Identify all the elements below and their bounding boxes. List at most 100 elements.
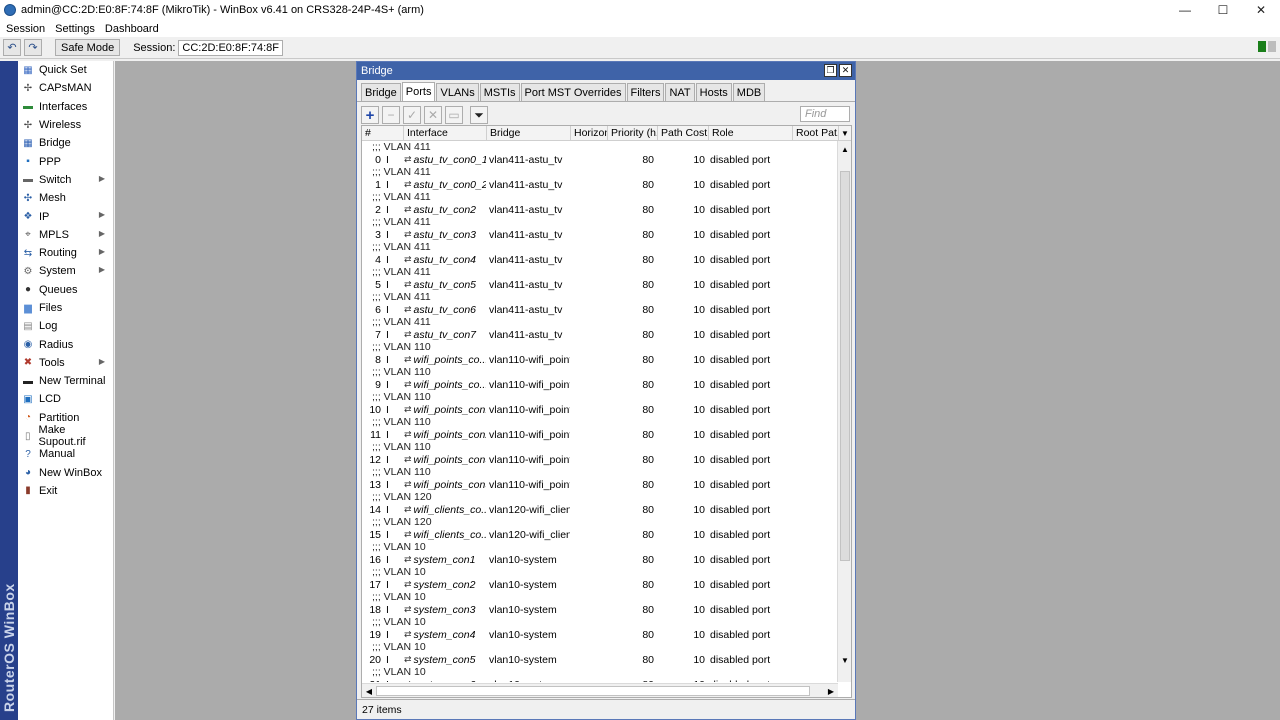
sidebar-item-queues[interactable]: ● Queues bbox=[18, 281, 113, 299]
column-menu-icon[interactable]: ▼ bbox=[839, 126, 851, 140]
table-row[interactable]: ;;; VLAN 411 0 I ⇄ astu_tv_con0_1 vlan411-ast… bbox=[362, 141, 838, 166]
sidebar-item-wireless[interactable]: ✢ Wireless bbox=[18, 116, 113, 134]
tab-nat[interactable]: NAT bbox=[665, 83, 695, 101]
tab-vlans[interactable]: VLANs bbox=[436, 83, 479, 101]
session-field[interactable]: CC:2D:E0:8F:74:8F bbox=[178, 39, 283, 56]
minimize-button[interactable]: — bbox=[1166, 0, 1204, 20]
close-button[interactable]: ✕ bbox=[1242, 0, 1280, 20]
col-header-root-path[interactable]: Root Pat... bbox=[793, 126, 839, 140]
tab-hosts[interactable]: Hosts bbox=[695, 83, 732, 101]
tab-mdb[interactable]: MDB bbox=[732, 83, 766, 101]
vertical-scrollbar[interactable]: ▲ ▼ bbox=[837, 141, 851, 682]
table-row[interactable]: ;;; VLAN 110 9 I ⇄ wifi_points_co... vlan110-… bbox=[362, 366, 838, 391]
row-data[interactable]: 4 I ⇄ astu_tv_con4 vlan411-astu_tv 80 10 disabl… bbox=[362, 254, 838, 267]
menu-session[interactable]: Session bbox=[6, 23, 45, 35]
sidebar-item-interfaces[interactable]: ▬ Interfaces bbox=[18, 98, 113, 116]
sidebar-item-mpls[interactable]: ⌖ MPLS ▶ bbox=[18, 226, 113, 244]
table-row[interactable]: ;;; VLAN 110 8 I ⇄ wifi_points_co... vlan110-… bbox=[362, 341, 838, 366]
row-data[interactable]: 9 I ⇄ wifi_points_co... vlan110-wifi_points 8… bbox=[362, 379, 838, 392]
horizontal-scroll-thumb[interactable] bbox=[376, 686, 810, 696]
sidebar-item-new-terminal[interactable]: ▬ New Terminal bbox=[18, 372, 113, 390]
sidebar-item-system[interactable]: ⚙ System ▶ bbox=[18, 262, 113, 280]
scroll-up-icon[interactable]: ▲ bbox=[839, 143, 851, 155]
col-header-num[interactable]: # bbox=[362, 126, 404, 140]
row-data[interactable]: 21I⇄system_con6vlan10-system8010disabled… bbox=[362, 679, 838, 682]
scroll-left-icon[interactable]: ◀ bbox=[363, 685, 375, 697]
col-header-interface[interactable]: Interface bbox=[404, 126, 487, 140]
row-data[interactable]: 5 I ⇄ astu_tv_con5 vlan411-astu_tv 80 10 disabl… bbox=[362, 279, 838, 292]
row-data[interactable]: 2 I ⇄ astu_tv_con2 vlan411-astu_tv 80 10 disabl… bbox=[362, 204, 838, 217]
table-row[interactable]: ;;; VLAN 120 14 I ⇄ wifi_clients_co... vlan12… bbox=[362, 491, 838, 516]
enable-button[interactable]: ✓ bbox=[403, 106, 421, 124]
row-data[interactable]: 19 I ⇄ system_con4 vlan10-system 80 10 disabled… bbox=[362, 629, 838, 642]
table-row[interactable]: ;;; VLAN 10 19 I ⇄ system_con4 vlan10-system 8… bbox=[362, 616, 838, 641]
sidebar-item-lcd[interactable]: ▣ LCD bbox=[18, 390, 113, 408]
disable-button[interactable]: ✕ bbox=[424, 106, 442, 124]
table-row[interactable]: ;;; VLAN 10 20 I ⇄ system_con5 vlan10-system 8… bbox=[362, 641, 838, 666]
row-data[interactable]: 1 I ⇄ astu_tv_con0_2 vlan411-astu_tv 80 10 disa… bbox=[362, 179, 838, 192]
row-data[interactable]: 20 I ⇄ system_con5 vlan10-system 80 10 disabled… bbox=[362, 654, 838, 667]
table-row[interactable]: ;;; VLAN 110 12 I ⇄ wifi_points_con3 vlan110-… bbox=[362, 441, 838, 466]
safe-mode-button[interactable]: Safe Mode bbox=[55, 39, 121, 56]
add-button[interactable]: + bbox=[361, 106, 379, 124]
undo-button[interactable]: ↶ bbox=[3, 39, 21, 56]
row-data[interactable]: 16 I ⇄ system_con1 vlan10-system 80 10 disabled… bbox=[362, 554, 838, 567]
restore-icon[interactable]: ❐ bbox=[824, 64, 837, 77]
menu-settings[interactable]: Settings bbox=[55, 23, 95, 35]
table-row[interactable]: ;;; VLAN 411 4 I ⇄ astu_tv_con4 vlan411-astu_… bbox=[362, 241, 838, 266]
bridge-window-titlebar[interactable]: Bridge ❐ ✕ bbox=[357, 62, 855, 80]
vertical-scroll-thumb[interactable] bbox=[840, 171, 850, 561]
row-data[interactable]: 18 I ⇄ system_con3 vlan10-system 80 10 disabled… bbox=[362, 604, 838, 617]
sidebar-item-switch[interactable]: ▬ Switch ▶ bbox=[18, 171, 113, 189]
col-header-priority[interactable]: Priority (h... bbox=[608, 126, 658, 140]
table-row[interactable]: ;;; VLAN 10 16 I ⇄ system_con1 vlan10-system 8… bbox=[362, 541, 838, 566]
row-data[interactable]: 6 I ⇄ astu_tv_con6 vlan411-astu_tv 80 10 disabl… bbox=[362, 304, 838, 317]
tab-bridge[interactable]: Bridge bbox=[361, 83, 401, 101]
find-input[interactable]: Find bbox=[800, 106, 850, 122]
scroll-right-icon[interactable]: ▶ bbox=[825, 685, 837, 697]
col-header-bridge[interactable]: Bridge bbox=[487, 126, 571, 140]
sidebar-item-tools[interactable]: ✖ Tools ▶ bbox=[18, 354, 113, 372]
filter-button[interactable]: ⏷ bbox=[470, 106, 488, 124]
redo-button[interactable]: ↷ bbox=[24, 39, 42, 56]
tab-filters[interactable]: Filters bbox=[626, 83, 665, 101]
col-header-role[interactable]: Role bbox=[709, 126, 793, 140]
sidebar-item-manual[interactable]: ? Manual bbox=[18, 445, 113, 463]
remove-button[interactable]: − bbox=[382, 106, 400, 124]
sidebar-item-new-winbox[interactable]: ◕ New WinBox bbox=[18, 464, 113, 482]
sidebar-item-ip[interactable]: ❖ IP ▶ bbox=[18, 207, 113, 225]
row-data[interactable]: 8 I ⇄ wifi_points_co... vlan110-wifi_points 8… bbox=[362, 354, 838, 367]
sidebar-item-routing[interactable]: ⇆ Routing ▶ bbox=[18, 244, 113, 262]
row-data[interactable]: 10 I ⇄ wifi_points_con1 vlan110-wifi_points 8… bbox=[362, 404, 838, 417]
table-row[interactable]: ;;; VLAN 411 6 I ⇄ astu_tv_con6 vlan411-astu_… bbox=[362, 291, 838, 316]
table-row[interactable]: ;;; VLAN 411 5 I ⇄ astu_tv_con5 vlan411-astu_… bbox=[362, 266, 838, 291]
col-header-path-cost[interactable]: Path Cost bbox=[658, 126, 709, 140]
row-data[interactable]: 14 I ⇄wifi_clients_co...vlan120-wifi_clien… bbox=[362, 504, 838, 517]
table-row[interactable]: ;;; VLAN 10 18 I ⇄ system_con3 vlan10-system 8… bbox=[362, 591, 838, 616]
tab-ports[interactable]: Ports bbox=[401, 82, 436, 101]
col-header-horizon[interactable]: Horizon bbox=[571, 126, 608, 140]
sidebar-item-exit[interactable]: ▮ Exit bbox=[18, 482, 113, 500]
row-data[interactable]: 17 I ⇄ system_con2 vlan10-system 80 10 disabled… bbox=[362, 579, 838, 592]
table-row[interactable]: ;;; VLAN 120 15 I ⇄ wifi_clients_co... vlan12… bbox=[362, 516, 838, 541]
scroll-down-icon[interactable]: ▼ bbox=[839, 654, 851, 666]
sidebar-item-files[interactable]: ▆ Files bbox=[18, 299, 113, 317]
horizontal-scrollbar[interactable]: ◀ ▶ bbox=[362, 683, 838, 697]
table-row[interactable]: ;;; VLAN 411 2 I ⇄ astu_tv_con2 vlan411-astu_… bbox=[362, 191, 838, 216]
table-row[interactable]: ;;; VLAN 1021I⇄system_con6vlan10-system8… bbox=[362, 666, 838, 682]
row-data[interactable]: 7 I ⇄ astu_tv_con7 vlan411-astu_tv 80 10 disabl… bbox=[362, 329, 838, 342]
tab-port-mst-overrides[interactable]: Port MST Overrides bbox=[520, 83, 626, 101]
table-row[interactable]: ;;; VLAN 110 11 I ⇄ wifi_points_con2 vlan110-… bbox=[362, 416, 838, 441]
row-data[interactable]: 3 I ⇄ astu_tv_con3 vlan411-astu_tv 80 10 disabl… bbox=[362, 229, 838, 242]
sidebar-item-quick-set[interactable]: ▦ Quick Set bbox=[18, 61, 113, 79]
table-row[interactable]: ;;; VLAN 110 10 I ⇄ wifi_points_con1 vlan110-… bbox=[362, 391, 838, 416]
row-data[interactable]: 0 I ⇄ astu_tv_con0_1 vlan411-astu_tv 80 10 disa… bbox=[362, 154, 838, 167]
table-row[interactable]: ;;; VLAN 10 17 I ⇄ system_con2 vlan10-system 8… bbox=[362, 566, 838, 591]
sidebar-item-make-supout-rif[interactable]: ▯ Make Supout.rif bbox=[18, 424, 113, 448]
table-row[interactable]: ;;; VLAN 411 1 I ⇄ astu_tv_con0_2 vlan411-ast… bbox=[362, 166, 838, 191]
sidebar-item-mesh[interactable]: ✣ Mesh bbox=[18, 189, 113, 207]
sidebar-item-radius[interactable]: ◉ Radius bbox=[18, 335, 113, 353]
comment-button[interactable]: ▭ bbox=[445, 106, 463, 124]
table-row[interactable]: ;;; VLAN 110 13 I ⇄ wifi_points_con5 vlan110-… bbox=[362, 466, 838, 491]
sidebar-item-capsman[interactable]: ✢ CAPsMAN bbox=[18, 79, 113, 97]
